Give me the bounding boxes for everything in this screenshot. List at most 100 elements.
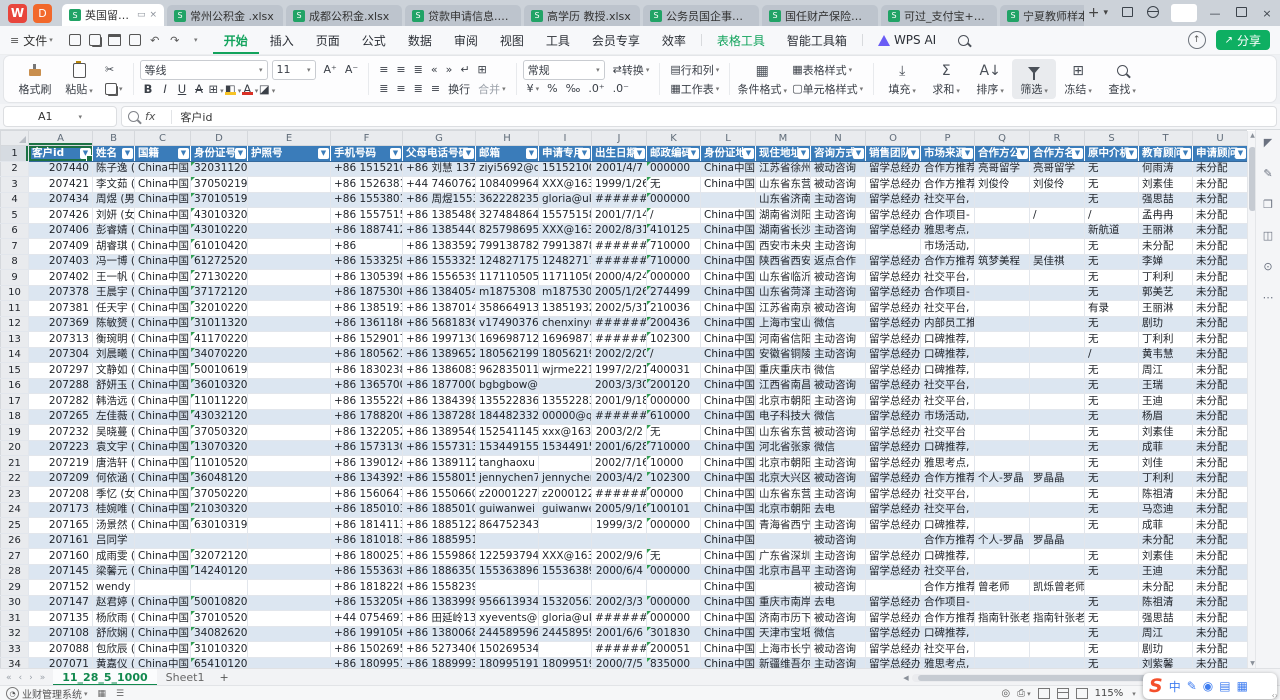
cell[interactable]: 剧玏	[1139, 642, 1193, 658]
cell[interactable]: 被动咨询	[811, 580, 866, 596]
cell[interactable]: 无	[1085, 487, 1139, 503]
column-header-D[interactable]: D	[191, 131, 248, 146]
cell[interactable]: 未分配	[1193, 487, 1248, 503]
cell[interactable]: China中国	[135, 363, 191, 379]
borders-button[interactable]: ⊞▾	[208, 82, 225, 96]
row-header-7[interactable]: 7	[1, 239, 29, 255]
cell[interactable]: 留学总经办	[866, 440, 921, 456]
cell[interactable]: 桂婉唯 (女	[93, 502, 135, 518]
cell[interactable]: 丁利利	[1139, 332, 1193, 348]
filter-dropdown-icon[interactable]: ▼	[743, 148, 754, 159]
cell[interactable]: 湖南省浏阳	[756, 208, 811, 224]
cell[interactable]: 无	[1085, 564, 1139, 580]
cell[interactable]: 610000	[647, 409, 701, 425]
cell[interactable]: 无	[1085, 285, 1139, 301]
sum-button[interactable]: Σ 求和▾	[924, 59, 968, 99]
cell[interactable]: 2002/3/3	[592, 595, 647, 611]
first-sheet-icon[interactable]: «	[6, 673, 12, 683]
cell[interactable]: 主动咨询	[811, 456, 866, 472]
cell[interactable]: China中国	[701, 425, 756, 441]
pen-tool-icon[interactable]: ✎	[1263, 167, 1272, 180]
tab-数据[interactable]: 数据	[397, 26, 443, 54]
cell[interactable]	[975, 270, 1030, 286]
cell[interactable]: 207209	[29, 471, 93, 487]
row-header-15[interactable]: 15	[1, 363, 29, 379]
cell[interactable]: 122593794	[476, 549, 539, 565]
cell[interactable]: 微信	[811, 316, 866, 332]
cell[interactable]	[975, 316, 1030, 332]
cell[interactable]: 2000/6/4	[592, 564, 647, 580]
cell[interactable]: 陈子逸 (男	[93, 161, 135, 177]
cell[interactable]	[248, 270, 331, 286]
cell[interactable]: China中国	[701, 332, 756, 348]
document-tab[interactable]: S宁夏教师样本.xlsx	[1000, 5, 1084, 26]
cell[interactable]: 西安市未央	[756, 239, 811, 255]
cell[interactable]: 口碑推荐,	[921, 518, 975, 534]
cell[interactable]: 2002/5/31	[592, 301, 647, 317]
cell[interactable]: 合作项目-	[921, 595, 975, 611]
cell[interactable]: 153449155	[476, 440, 539, 456]
cell[interactable]: 207265	[29, 409, 93, 425]
cell[interactable]: +86 18141137	[331, 518, 403, 534]
cell[interactable]: 筑梦美程	[975, 254, 1030, 270]
cell[interactable]: 2002/2/20	[592, 347, 647, 363]
merge-icon[interactable]: ⊞	[474, 63, 491, 76]
cell[interactable]: ########	[592, 316, 647, 332]
worksheet-button[interactable]: ▦ 工作表▾	[666, 79, 723, 98]
cell[interactable]: +86 13552283	[331, 394, 403, 410]
convert-button[interactable]: ⇄ 转换▾	[609, 62, 654, 78]
cell[interactable]: 无	[647, 425, 701, 441]
cell[interactable]: +86 13870140948	[403, 301, 476, 317]
cell[interactable]: China中国	[135, 440, 191, 456]
new-tab-button[interactable]: +	[1088, 5, 1100, 21]
cell[interactable]: ########	[592, 192, 647, 208]
cell[interactable]: 180995191	[476, 657, 539, 668]
cell[interactable]	[975, 239, 1030, 255]
cell[interactable]: +86 15582391866	[403, 580, 476, 596]
tab-视图[interactable]: 视图	[489, 26, 535, 54]
cell[interactable]: +86 15332585	[331, 254, 403, 270]
font-color-button[interactable]: A▾	[242, 82, 259, 96]
cell[interactable]	[248, 301, 331, 317]
document-tab[interactable]: S常州公积金 .xlsx	[167, 5, 283, 26]
cell[interactable]: 155751588	[539, 208, 592, 224]
outline-icon[interactable]: ☰	[116, 689, 124, 699]
cell[interactable]: 留学总经办	[866, 192, 921, 208]
cell[interactable]: +86 13839985047	[403, 595, 476, 611]
cell[interactable]: 102300	[647, 332, 701, 348]
cell[interactable]: 被动咨询	[811, 471, 866, 487]
cell[interactable]: 刘俊伶	[1030, 177, 1085, 193]
cell[interactable]: 指南针张老	[1030, 611, 1085, 627]
cell[interactable]: ########	[592, 239, 647, 255]
cell[interactable]: 剧玏	[1139, 316, 1193, 332]
cloud-upload-icon[interactable]: ↑	[1188, 31, 1206, 49]
cell[interactable]: 2005/1/26	[592, 285, 647, 301]
cell[interactable]	[1030, 394, 1085, 410]
cell[interactable]	[248, 580, 331, 596]
cell[interactable]: 雅思考点,	[921, 657, 975, 668]
cell[interactable]: 2002/9/6	[592, 549, 647, 565]
cell[interactable]: +86 19910568	[331, 626, 403, 642]
cell[interactable]: /	[647, 347, 701, 363]
cell[interactable]: 成菲	[1139, 518, 1193, 534]
cell[interactable]: 207145	[29, 564, 93, 580]
cell[interactable]	[248, 347, 331, 363]
cell[interactable]: 口碑推荐,	[921, 549, 975, 565]
cell[interactable]: 207313	[29, 332, 93, 348]
cell[interactable]: 主动咨询	[811, 518, 866, 534]
thousands-button[interactable]: ‰	[562, 82, 585, 95]
more-tools-icon[interactable]: ⋯	[1263, 291, 1274, 304]
cell[interactable]: 未分配	[1193, 549, 1248, 565]
cell[interactable]: 未分配	[1193, 502, 1248, 518]
cell[interactable]	[975, 626, 1030, 642]
cell[interactable]: 社交平台,	[921, 301, 975, 317]
cell[interactable]: China中国	[701, 502, 756, 518]
cell[interactable]: jennychen7	[539, 471, 592, 487]
cell[interactable]: 冯一博 (男	[93, 254, 135, 270]
cell[interactable]: 河南省信阳	[756, 332, 811, 348]
cell[interactable]: 曾老师	[975, 580, 1030, 596]
cell[interactable]: 135522836	[476, 394, 539, 410]
cell[interactable]	[1085, 533, 1139, 549]
cell[interactable]: 被动咨询	[811, 177, 866, 193]
cell[interactable]: 刘俊伶	[975, 177, 1030, 193]
